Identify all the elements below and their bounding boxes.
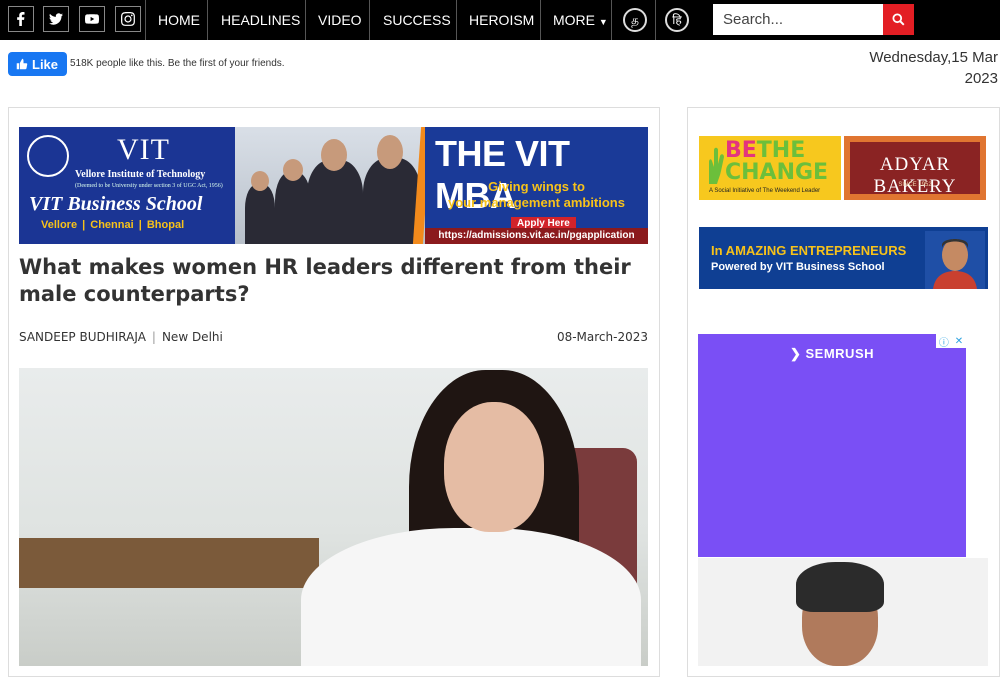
byline-separator: | — [151, 330, 156, 344]
article-title: What makes women HR leaders different fr… — [19, 255, 631, 306]
semrush-logo: ❯ SEMRUSH — [698, 346, 966, 362]
banner-person — [363, 158, 421, 244]
mba-url: https://admissions.vit.ac.in/pgapplicati… — [425, 228, 648, 244]
search-button[interactable] — [883, 4, 914, 35]
banner-person — [307, 160, 363, 244]
nav-divider — [456, 0, 457, 40]
nav-divider — [655, 0, 656, 40]
vit-deemed-text: (Deemed to be University under section 3… — [75, 183, 223, 189]
btc-subtitle: A Social Initiative of The Weekend Leade… — [709, 188, 821, 194]
nav-divider — [540, 0, 541, 40]
current-date: Wednesday,15 Mar 2023 — [798, 47, 998, 89]
vit-business-school: VIT Business School — [29, 193, 203, 215]
sidebar-portrait-card — [698, 558, 988, 666]
author-link[interactable]: SANDEEP BUDHIRAJA — [19, 330, 146, 344]
adyar-bakery-logo: ADYAR BAKERY — [873, 154, 957, 197]
vit-wordmark: VIT — [117, 133, 170, 166]
article-hero-image — [19, 368, 648, 666]
vit-emblem-icon — [27, 135, 69, 177]
vit-mba-banner-ad[interactable]: VIT Vellore Institute of Technology (Dee… — [19, 127, 648, 244]
raised-hand-icon — [709, 147, 724, 184]
nav-headlines[interactable]: HEADLINES — [221, 0, 300, 40]
adyar-since: SINCE 1952 — [898, 182, 932, 188]
banner-person-head — [283, 159, 303, 181]
search-icon — [892, 13, 905, 26]
mba-tagline: Giving wings to your management ambition… — [425, 179, 648, 211]
semrush-brand: SEMRUSH — [805, 346, 875, 361]
nav-video[interactable]: VIDEO — [318, 0, 362, 40]
banner-left-panel: VIT Vellore Institute of Technology (Dee… — [19, 127, 235, 244]
hero-bg-shelf — [19, 538, 319, 588]
nav-home[interactable]: HOME — [158, 0, 200, 40]
like-count-text: 518K people like this. Be the first of y… — [70, 58, 285, 69]
nav-divider — [145, 0, 146, 40]
banner-person-head — [377, 135, 403, 169]
adyar-bakery-ad[interactable]: ADYAR BAKERY SINCE 1952 — [844, 136, 986, 200]
entrepreneur-portrait — [925, 231, 985, 289]
be-the-change-logo: BETHE CHANGE — [725, 140, 828, 184]
amazing-entrepreneurs-title: In AMAZING ENTREPRENEURS — [711, 243, 907, 258]
btc-change: CHANGE — [725, 160, 829, 185]
mba-tagline-line2: your management ambitions — [448, 195, 625, 210]
nav-more-label: MORE — [553, 12, 595, 28]
banner-person — [275, 172, 311, 244]
portrait-hair — [796, 562, 884, 612]
ad-close-icon: ✕ — [954, 335, 964, 347]
semrush-ad[interactable]: ⓘ ✕ ❯ SEMRUSH — [698, 334, 966, 557]
banner-person-head — [251, 171, 269, 191]
hindi-language-icon[interactable]: हि — [665, 8, 689, 32]
thumbs-up-icon — [16, 58, 28, 70]
article-location: New Delhi — [161, 330, 223, 344]
byline: SANDEEP BUDHIRAJA | New Delhi — [19, 330, 223, 344]
nav-divider — [369, 0, 370, 40]
amazing-powered-by: Powered by VIT Business School — [711, 261, 885, 273]
banner-right-panel: THE VIT MBA Giving wings to your managem… — [425, 127, 648, 244]
search-input[interactable] — [713, 4, 883, 35]
hero-face — [444, 402, 544, 532]
vit-cities: Vellore | Chennai | Bhopal — [41, 219, 185, 231]
nav-success[interactable]: SUCCESS — [383, 0, 451, 40]
nav-more[interactable]: MORE ▼ — [553, 0, 608, 40]
adyar-logo-panel: ADYAR BAKERY SINCE 1952 — [850, 142, 980, 197]
caret-down-icon: ▼ — [598, 17, 608, 27]
like-label: Like — [32, 56, 59, 72]
tamil-language-icon[interactable]: த — [623, 8, 647, 32]
semrush-flame-icon: ❯ — [789, 346, 802, 361]
vit-institute-name: Vellore Institute of Technology — [75, 169, 206, 180]
top-navbar: HOME HEADLINES VIDEO SUCCESS HEROISM MOR… — [0, 0, 1000, 40]
publish-date: 08-March-2023 — [556, 330, 648, 344]
amazing-entrepreneurs-ad[interactable]: In AMAZING ENTREPRENEURS Powered by VIT … — [699, 227, 988, 289]
banner-person — [245, 184, 275, 244]
mba-tagline-line1: Giving wings to — [488, 179, 585, 194]
date-line-1: Wednesday,15 Mar — [869, 49, 998, 66]
nav-heroism[interactable]: HEROISM — [469, 0, 534, 40]
banner-students-photo — [235, 127, 425, 244]
nav-divider — [611, 0, 612, 40]
youtube-icon[interactable] — [79, 6, 105, 32]
hero-shirt — [301, 528, 641, 666]
nav-divider — [305, 0, 306, 40]
facebook-like-button[interactable]: Like — [8, 52, 67, 76]
date-line-2: 2023 — [964, 70, 998, 87]
banner-person-head — [321, 139, 347, 171]
twitter-icon[interactable] — [43, 6, 69, 32]
facebook-icon[interactable] — [8, 6, 34, 32]
be-the-change-ad[interactable]: BETHE CHANGE A Social Initiative of The … — [699, 136, 841, 200]
instagram-icon[interactable] — [115, 6, 141, 32]
nav-divider — [207, 0, 208, 40]
